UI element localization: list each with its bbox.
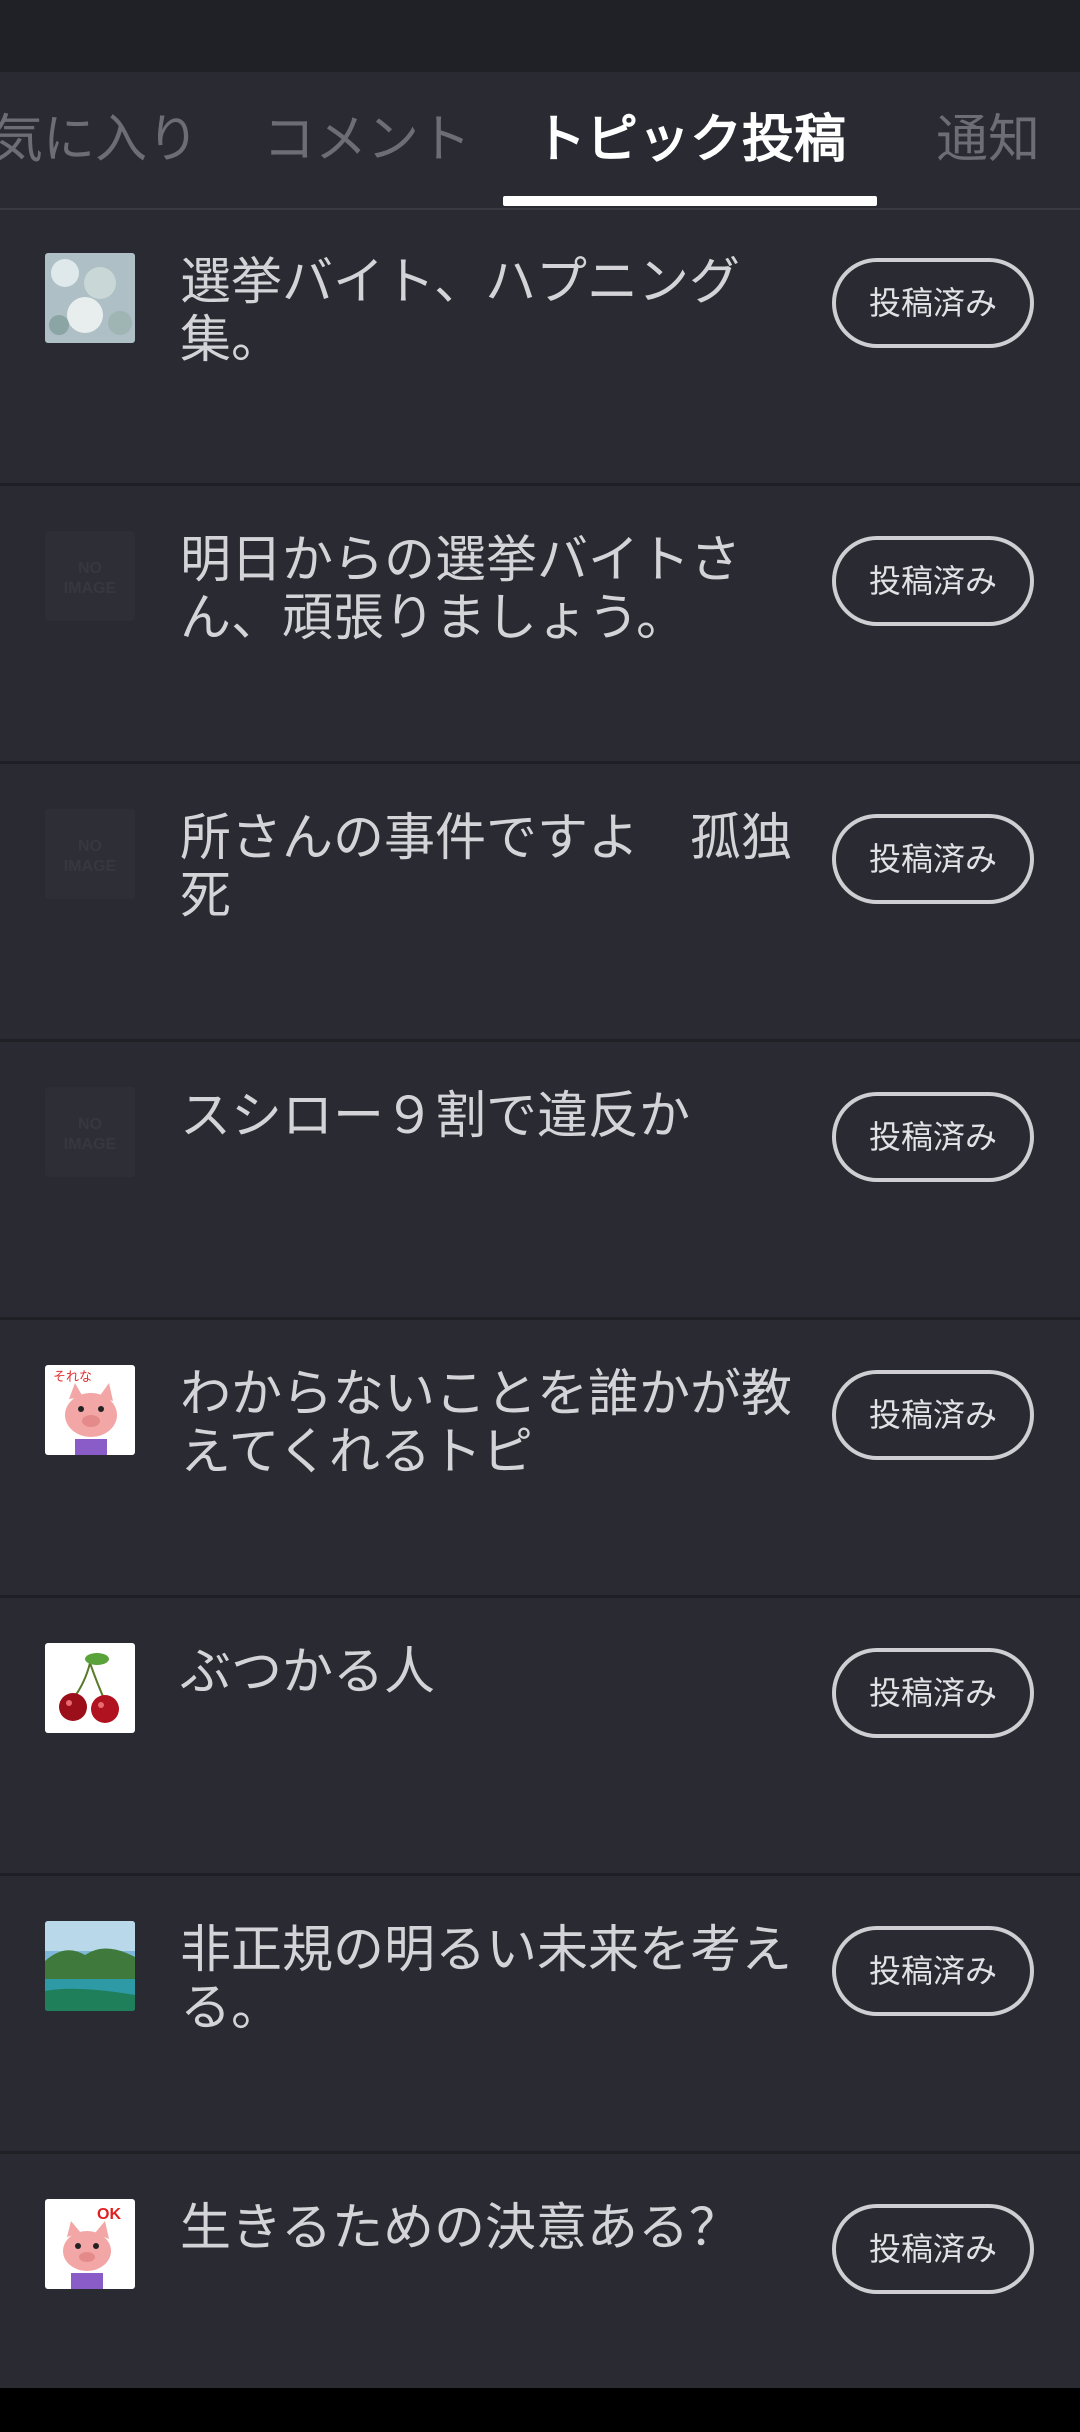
- svg-text:NO: NO: [78, 838, 102, 855]
- tab-topic-posts[interactable]: トピック投稿: [503, 100, 877, 180]
- topic-title[interactable]: 明日からの選挙バイトさん、頑張りましょう。: [180, 532, 800, 648]
- svg-text:NO: NO: [78, 560, 102, 577]
- tab-favorites[interactable]: 気に入り: [0, 100, 200, 180]
- thumbnail-island: [45, 1921, 135, 2011]
- svg-text:IMAGE: IMAGE: [64, 858, 117, 875]
- topic-list: 選挙バイト、ハプニング集。 投稿済み NO IMAGE 明日からの選挙バイトさん…: [0, 208, 1080, 2432]
- tab-notifications[interactable]: 通知: [918, 100, 1058, 180]
- list-item[interactable]: 選挙バイト、ハプニング集。 投稿済み: [0, 208, 1080, 486]
- topic-title[interactable]: 非正規の明るい未来を考える。: [180, 1922, 800, 2038]
- thumbnail-pig-ok-sticker: OK: [45, 2199, 135, 2289]
- topic-title[interactable]: わからないことを誰かが教えてくれるトピ: [180, 1366, 800, 1482]
- svg-text:IMAGE: IMAGE: [64, 1136, 117, 1153]
- status-bar: [0, 0, 1080, 72]
- posted-status-badge[interactable]: 投稿済み: [832, 1648, 1034, 1738]
- posted-status-badge[interactable]: 投稿済み: [832, 2204, 1034, 2294]
- thumbnail-no-image: NO IMAGE: [45, 809, 135, 899]
- posted-status-badge[interactable]: 投稿済み: [832, 814, 1034, 904]
- list-item[interactable]: それな わからないことを誰かが教えてくれるトピ 投稿済み: [0, 1320, 1080, 1598]
- list-item[interactable]: NO IMAGE 明日からの選挙バイトさん、頑張りましょう。 投稿済み: [0, 486, 1080, 764]
- topic-title[interactable]: スシロー９割で違反か: [180, 1088, 800, 1146]
- active-tab-indicator: [503, 196, 877, 206]
- svg-text:IMAGE: IMAGE: [64, 580, 117, 597]
- svg-text:NO: NO: [78, 1116, 102, 1133]
- thumbnail-flowers: [45, 253, 135, 343]
- list-item[interactable]: NO IMAGE スシロー９割で違反か 投稿済み: [0, 1042, 1080, 1320]
- list-item[interactable]: ぶつかる人 投稿済み: [0, 1598, 1080, 1876]
- topic-title[interactable]: 所さんの事件ですよ 孤独死: [180, 810, 800, 926]
- posted-status-badge[interactable]: 投稿済み: [832, 258, 1034, 348]
- posted-status-badge[interactable]: 投稿済み: [832, 1092, 1034, 1182]
- thumbnail-no-image: NO IMAGE: [45, 531, 135, 621]
- thumbnail-no-image: NO IMAGE: [45, 1087, 135, 1177]
- topic-title[interactable]: ぶつかる人: [180, 1644, 800, 1702]
- thumbnail-pig-sticker: それな: [45, 1365, 135, 1455]
- tab-bar: 気に入り コメント トピック投稿 通知: [0, 72, 1080, 210]
- svg-text:OK: OK: [97, 2206, 121, 2223]
- thumbnail-cherries: [45, 1643, 135, 1733]
- topic-title[interactable]: 選挙バイト、ハプニング集。: [180, 254, 800, 370]
- svg-text:それな: それな: [53, 1370, 92, 1385]
- navigation-bar: [0, 2388, 1080, 2432]
- tab-comments[interactable]: コメント: [262, 100, 472, 180]
- list-item[interactable]: 非正規の明るい未来を考える。 投稿済み: [0, 1876, 1080, 2154]
- posted-status-badge[interactable]: 投稿済み: [832, 1370, 1034, 1460]
- topic-title[interactable]: 生きるための決意ある？: [180, 2200, 800, 2258]
- posted-status-badge[interactable]: 投稿済み: [832, 1926, 1034, 2016]
- list-item[interactable]: NO IMAGE 所さんの事件ですよ 孤独死 投稿済み: [0, 764, 1080, 1042]
- posted-status-badge[interactable]: 投稿済み: [832, 536, 1034, 626]
